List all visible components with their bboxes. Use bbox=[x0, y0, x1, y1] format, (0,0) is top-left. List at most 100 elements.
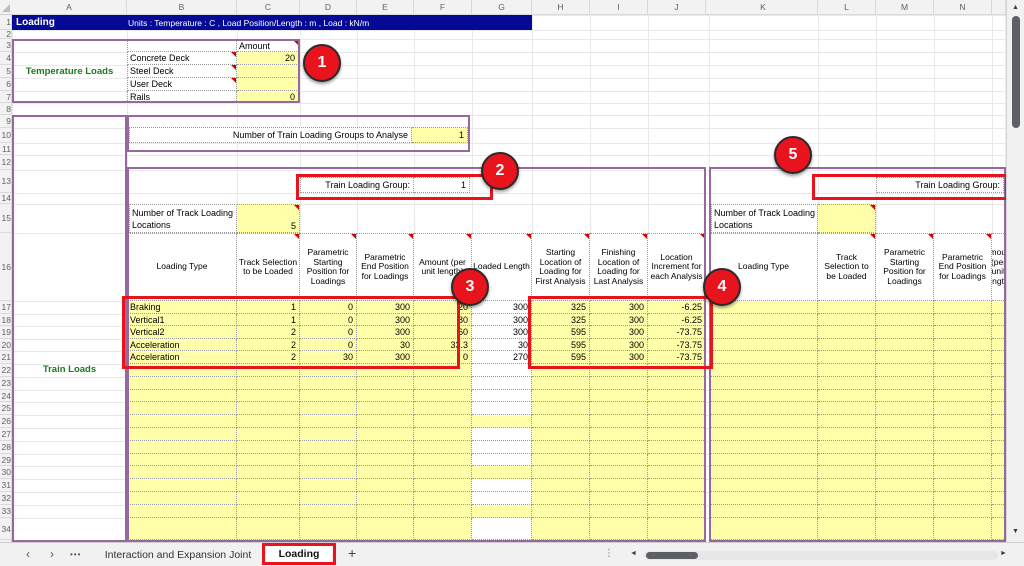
cell-H34[interactable] bbox=[532, 518, 590, 540]
cell-left-locations-label[interactable]: Number of Track Loading Locations bbox=[129, 204, 237, 233]
cell-D22[interactable] bbox=[300, 364, 357, 377]
cell-M29[interactable] bbox=[876, 454, 934, 466]
cell-H19[interactable]: 595 bbox=[532, 326, 590, 339]
cell-N34[interactable] bbox=[934, 518, 992, 540]
cell-J34[interactable] bbox=[648, 518, 706, 540]
cell-C22[interactable] bbox=[237, 364, 300, 377]
cell-M18[interactable] bbox=[876, 314, 934, 326]
row-header-7[interactable]: 7 bbox=[0, 91, 12, 103]
cell-O27[interactable] bbox=[992, 428, 1006, 441]
cell-K33[interactable] bbox=[709, 505, 818, 518]
cell-M19[interactable] bbox=[876, 326, 934, 339]
row-header-6[interactable]: 6 bbox=[0, 78, 12, 91]
cell-D17[interactable]: 0 bbox=[300, 301, 357, 314]
cell-E27[interactable] bbox=[357, 428, 414, 441]
cell-C31[interactable] bbox=[237, 479, 300, 492]
cell-O30[interactable] bbox=[992, 466, 1006, 479]
cell-N33[interactable] bbox=[934, 505, 992, 518]
row-header-21[interactable]: 21 bbox=[0, 351, 12, 364]
cell-L28[interactable] bbox=[818, 441, 876, 454]
row-header-34[interactable]: 34 bbox=[0, 518, 12, 540]
cell-J32[interactable] bbox=[648, 492, 706, 505]
cell-L30[interactable] bbox=[818, 466, 876, 479]
cell-H17[interactable]: 325 bbox=[532, 301, 590, 314]
cell-D25[interactable] bbox=[300, 402, 357, 415]
cell-D32[interactable] bbox=[300, 492, 357, 505]
cell-L34[interactable] bbox=[818, 518, 876, 540]
cell-C18[interactable]: 1 bbox=[237, 314, 300, 326]
cell-H31[interactable] bbox=[532, 479, 590, 492]
cell-N17[interactable] bbox=[934, 301, 992, 314]
header-left-J16[interactable]: Location Increment for each Analysis bbox=[648, 233, 706, 301]
row-header-strip[interactable]: 1234567891011121314151617181920212223242… bbox=[0, 15, 12, 542]
cell-N25[interactable] bbox=[934, 402, 992, 415]
header-left-E16[interactable]: Parametric End Position for Loadings bbox=[357, 233, 414, 301]
vertical-scroll-thumb[interactable] bbox=[1012, 16, 1020, 128]
cell-I33[interactable] bbox=[590, 505, 648, 518]
header-left-C16[interactable]: Track Selection to be Loaded bbox=[237, 233, 300, 301]
cell-I24[interactable] bbox=[590, 390, 648, 402]
cell-C25[interactable] bbox=[237, 402, 300, 415]
tabs-more-icon[interactable]: ••• bbox=[70, 550, 81, 559]
cell-I19[interactable]: 300 bbox=[590, 326, 648, 339]
cell-G21[interactable]: 270 bbox=[472, 351, 532, 364]
cell-E20[interactable]: 30 bbox=[357, 339, 414, 351]
cell-F29[interactable] bbox=[414, 454, 472, 466]
cell-O33[interactable] bbox=[992, 505, 1006, 518]
header-left-B16[interactable]: Loading Type bbox=[127, 233, 237, 301]
cell-C3-amount-header[interactable]: Amount bbox=[237, 39, 299, 52]
cell-E29[interactable] bbox=[357, 454, 414, 466]
row-header-16[interactable]: 16 bbox=[0, 233, 12, 301]
cell-groups-value[interactable]: 1 bbox=[412, 127, 468, 143]
column-header-M[interactable]: M bbox=[876, 0, 934, 15]
cell-M32[interactable] bbox=[876, 492, 934, 505]
cell-M30[interactable] bbox=[876, 466, 934, 479]
header-left-H16[interactable]: Starting Location of Loading for First A… bbox=[532, 233, 590, 301]
cell-K22[interactable] bbox=[709, 364, 818, 377]
column-header-N[interactable]: N bbox=[934, 0, 992, 15]
cell-K30[interactable] bbox=[709, 466, 818, 479]
cell-right-locations-value[interactable] bbox=[818, 204, 876, 233]
cell-right-group-label[interactable]: Train Loading Group: bbox=[876, 177, 1004, 193]
cell-B7-rails[interactable]: Rails bbox=[127, 91, 237, 103]
cell-F20[interactable]: 33.3 bbox=[414, 339, 472, 351]
cell-M28[interactable] bbox=[876, 441, 934, 454]
row-header-17[interactable]: 17 bbox=[0, 301, 12, 314]
cell-H30[interactable] bbox=[532, 466, 590, 479]
cell-J18[interactable]: -6.25 bbox=[648, 314, 706, 326]
row-header-15[interactable]: 15 bbox=[0, 204, 12, 233]
cell-G17[interactable]: 300 bbox=[472, 301, 532, 314]
cell-D33[interactable] bbox=[300, 505, 357, 518]
cell-O22[interactable] bbox=[992, 364, 1006, 377]
row-header-13[interactable]: 13 bbox=[0, 170, 12, 193]
horizontal-scroll-thumb[interactable] bbox=[646, 552, 698, 559]
cell-G24[interactable] bbox=[472, 390, 532, 402]
cell-L32[interactable] bbox=[818, 492, 876, 505]
cell-L23[interactable] bbox=[818, 377, 876, 390]
row-header-23[interactable]: 23 bbox=[0, 377, 12, 390]
cell-D28[interactable] bbox=[300, 441, 357, 454]
cell-F23[interactable] bbox=[414, 377, 472, 390]
cell-B25[interactable] bbox=[127, 402, 237, 415]
cell-L25[interactable] bbox=[818, 402, 876, 415]
cell-I28[interactable] bbox=[590, 441, 648, 454]
cell-M23[interactable] bbox=[876, 377, 934, 390]
cell-O32[interactable] bbox=[992, 492, 1006, 505]
column-header-E[interactable]: E bbox=[357, 0, 414, 15]
cell-L24[interactable] bbox=[818, 390, 876, 402]
cell-N31[interactable] bbox=[934, 479, 992, 492]
cell-I17[interactable]: 300 bbox=[590, 301, 648, 314]
header-left-I16[interactable]: Finishing Location of Loading for Last A… bbox=[590, 233, 648, 301]
cell-M17[interactable] bbox=[876, 301, 934, 314]
cell-F33[interactable] bbox=[414, 505, 472, 518]
cell-K19[interactable] bbox=[709, 326, 818, 339]
cell-B4-concrete-deck[interactable]: Concrete Deck bbox=[127, 52, 237, 65]
cell-C24[interactable] bbox=[237, 390, 300, 402]
cell-H21[interactable]: 595 bbox=[532, 351, 590, 364]
row-header-31[interactable]: 31 bbox=[0, 479, 12, 492]
cell-J20[interactable]: -73.75 bbox=[648, 339, 706, 351]
cell-H25[interactable] bbox=[532, 402, 590, 415]
cell-J26[interactable] bbox=[648, 415, 706, 428]
cell-N29[interactable] bbox=[934, 454, 992, 466]
row-header-25[interactable]: 25 bbox=[0, 402, 12, 415]
